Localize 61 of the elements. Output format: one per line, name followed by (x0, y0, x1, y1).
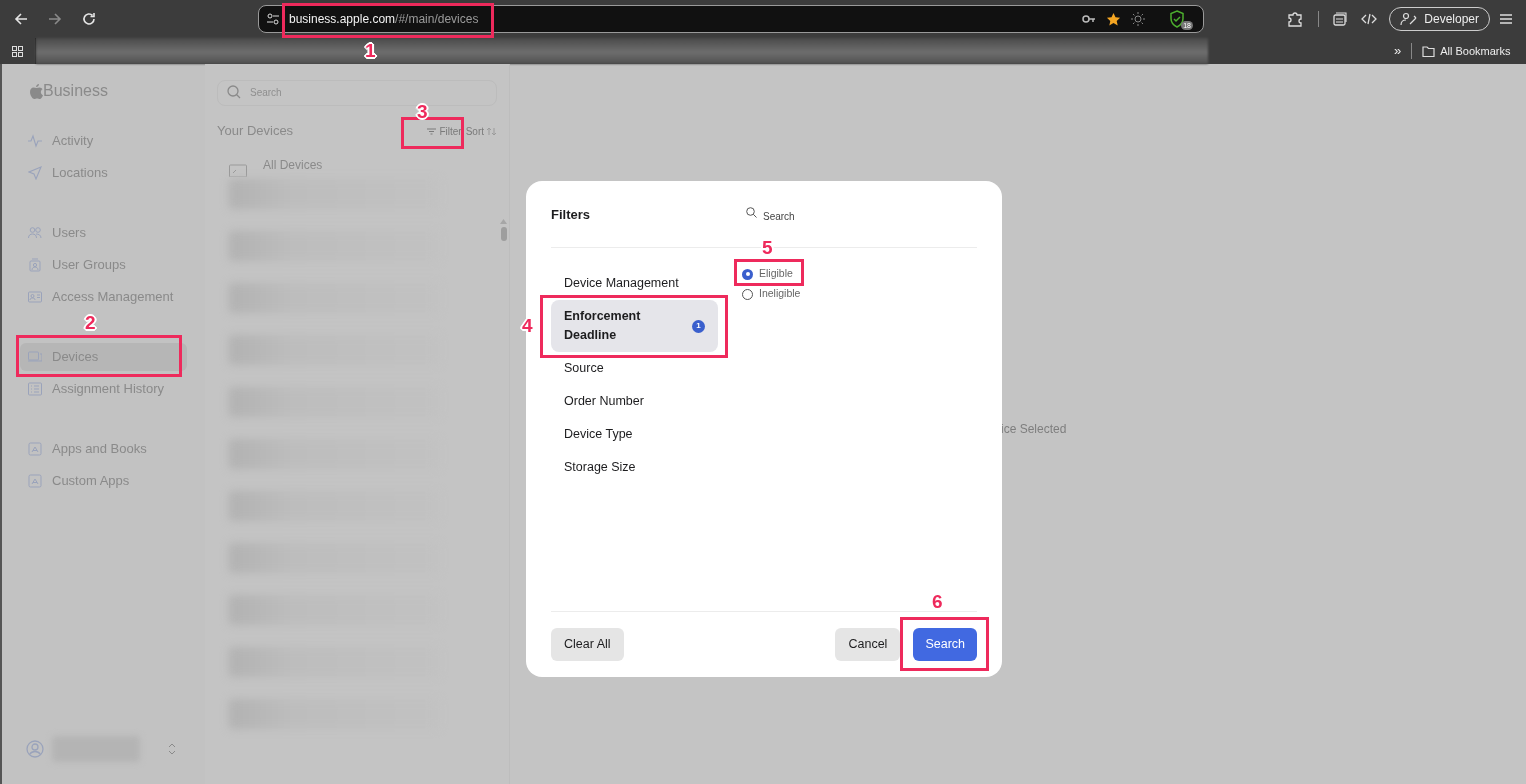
filter-category[interactable]: Order Number (551, 385, 718, 418)
back-icon[interactable] (14, 12, 28, 26)
search-icon (746, 207, 757, 218)
laptop-icon (28, 350, 42, 364)
filter-category[interactable]: Storage Size (551, 451, 718, 484)
apps-icon (28, 442, 42, 456)
search-field[interactable]: Search (746, 206, 946, 227)
highlight-frame (734, 259, 804, 286)
list-title: Your Devices (217, 122, 294, 141)
forward-icon[interactable] (48, 12, 62, 26)
profile-icon (1400, 12, 1419, 26)
sun-icon[interactable] (1131, 12, 1145, 26)
site-settings-icon (267, 13, 279, 25)
url-text: business.apple.com/#/main/devices (289, 11, 479, 28)
star-icon[interactable] (1106, 11, 1121, 27)
scrollbar[interactable] (500, 219, 507, 241)
menu-icon[interactable] (1500, 13, 1512, 25)
step-number: 6 (932, 592, 943, 611)
step-number: 4 (522, 316, 533, 335)
empty-state-text: ice Selected (1001, 421, 1067, 438)
radio-option[interactable]: Ineligible (742, 287, 801, 301)
location-arrow-icon (28, 166, 42, 180)
shield-icon (1169, 10, 1185, 28)
logo-icon (30, 83, 43, 99)
search-icon (227, 85, 241, 99)
highlight-frame (401, 117, 464, 149)
apps-icon (28, 474, 42, 488)
device-icon (229, 161, 249, 177)
filter-category[interactable]: Device Management (551, 267, 718, 300)
reload-icon[interactable] (82, 12, 96, 26)
clear-all-button[interactable]: Clear All (551, 628, 624, 661)
bookmarks-folder[interactable]: All Bookmarks (1422, 42, 1511, 60)
step-number: 1 (365, 41, 376, 60)
apps-grid-icon[interactable] (12, 45, 23, 57)
step-number: 5 (762, 238, 773, 257)
sort-arrows-icon (486, 126, 497, 136)
radio-button[interactable] (742, 268, 753, 280)
activity-icon (28, 134, 42, 148)
step-number: 2 (85, 313, 96, 332)
overflow-chevron[interactable]: » (1394, 41, 1402, 61)
list-icon (28, 382, 42, 396)
filter-category[interactable]: Device Type (551, 418, 718, 451)
puzzle-icon[interactable] (1286, 10, 1305, 28)
filter-icon (427, 127, 437, 135)
tabs-icon[interactable] (1333, 12, 1348, 26)
scroll-up-icon (500, 219, 507, 224)
code-icon[interactable] (1361, 12, 1378, 26)
folder-icon (1422, 45, 1436, 57)
radio-option[interactable]: Eligible (742, 267, 801, 281)
app-title: Business (43, 81, 108, 101)
cancel-button[interactable]: Cancel (835, 628, 901, 661)
id-card-icon (28, 290, 42, 304)
badge-icon (28, 258, 42, 272)
search-button[interactable]: Search (913, 628, 977, 661)
avatar-icon (26, 740, 44, 758)
dialog-title: Filters (551, 206, 591, 225)
key-icon[interactable] (1082, 14, 1096, 24)
users-icon (28, 226, 42, 240)
filter-category[interactable]: Source (551, 352, 718, 385)
count-badge: 1 (692, 319, 705, 333)
filter-category[interactable]: Enforcement Deadline 1 (551, 300, 718, 352)
